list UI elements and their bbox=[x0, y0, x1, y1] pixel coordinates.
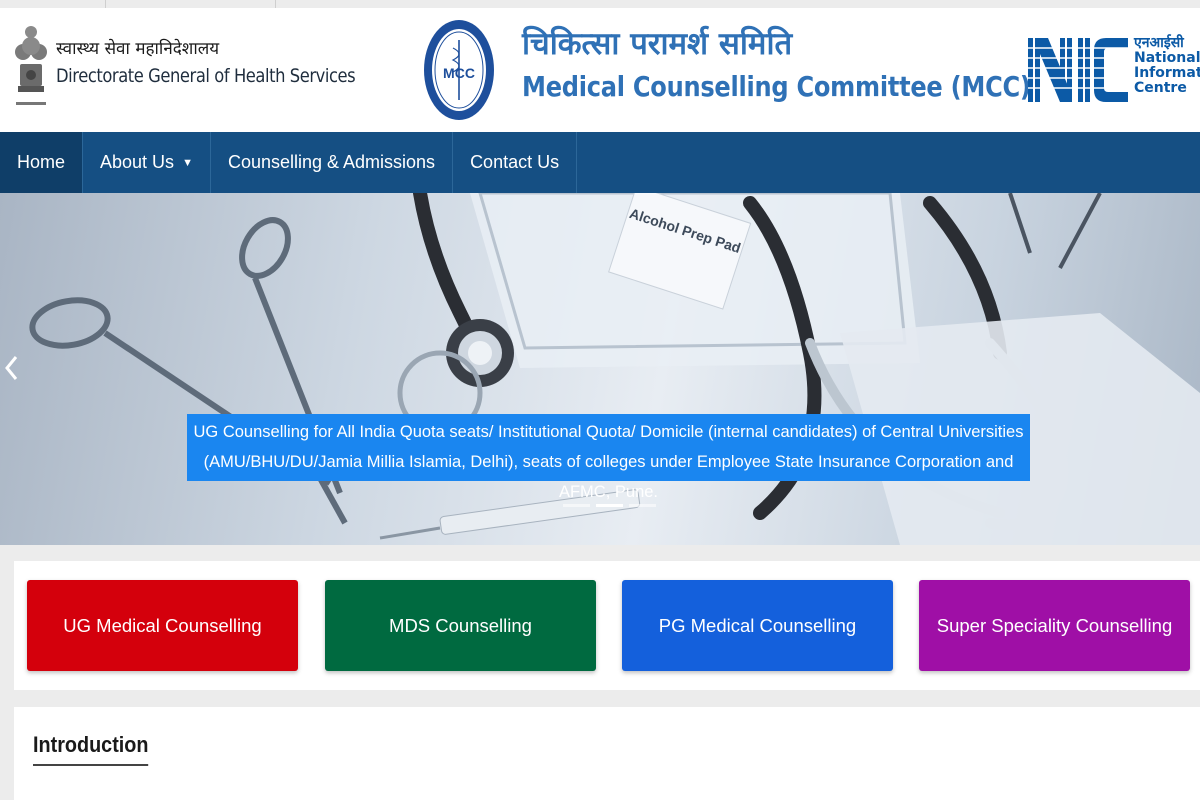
card-label: Super Speciality Counselling bbox=[936, 614, 1173, 636]
nic-line: Centre bbox=[1134, 80, 1187, 96]
top-utility-strip bbox=[0, 0, 1200, 8]
nic-text: एनआईसी National Informatics Centre bbox=[1134, 36, 1200, 96]
card-label: UG Medical Counselling bbox=[63, 614, 262, 636]
carousel-indicator-active[interactable] bbox=[596, 504, 623, 507]
counselling-cards-panel: UG Medical Counselling MDS Counselling P… bbox=[14, 561, 1200, 690]
section-title: Introduction bbox=[33, 732, 149, 766]
chevron-left-icon[interactable] bbox=[3, 353, 21, 383]
nav-item-home[interactable]: Home bbox=[0, 132, 84, 193]
caret-down-icon: ▼ bbox=[182, 156, 193, 169]
top-strip-segment bbox=[0, 0, 106, 8]
nic-hindi: एनआईसी bbox=[1134, 35, 1184, 51]
mcc-english-title: Medical Counselling Committee (MCC) bbox=[522, 70, 1031, 103]
carousel-indicators bbox=[563, 504, 656, 507]
tweezers bbox=[1008, 193, 1102, 269]
site-header: स्वास्थ्य सेवा महानिदेशालय Directorate G… bbox=[0, 8, 1200, 132]
dghs-title: स्वास्थ्य सेवा महानिदेशालय Directorate G… bbox=[56, 36, 404, 87]
dghs-english-title: Directorate General of Health Services bbox=[56, 65, 356, 87]
mcc-logo: MCC bbox=[424, 20, 494, 120]
nic-line: Informatics bbox=[1134, 65, 1200, 81]
card-mds-counselling[interactable]: MDS Counselling bbox=[325, 580, 596, 671]
nav-label: Contact Us bbox=[470, 152, 560, 172]
nav-label: Home bbox=[17, 152, 66, 172]
nic-line: National bbox=[1134, 50, 1200, 66]
mcc-logo-text: MCC bbox=[443, 65, 475, 81]
carousel-indicator[interactable] bbox=[563, 504, 590, 507]
card-label: MDS Counselling bbox=[389, 614, 532, 636]
caption-line: (AMU/BHU/DU/Jamia Millia Islamia, Delhi)… bbox=[203, 453, 1014, 501]
nav-label: Counselling & Admissions bbox=[227, 152, 436, 172]
national-emblem-icon bbox=[15, 26, 47, 105]
carousel-indicator[interactable] bbox=[629, 504, 656, 507]
nic-logo: एनआईसी National Informatics Centre bbox=[1028, 30, 1200, 110]
introduction-section: Introduction bbox=[14, 707, 1200, 800]
nav-label: About Us bbox=[100, 152, 175, 172]
dghs-hindi-title: स्वास्थ्य सेवा महानिदेशालय bbox=[56, 39, 220, 59]
card-super-speciality-counselling[interactable]: Super Speciality Counselling bbox=[919, 580, 1190, 671]
card-pg-medical-counselling[interactable]: PG Medical Counselling bbox=[622, 580, 893, 671]
carousel-caption: UG Counselling for All India Quota seats… bbox=[187, 414, 1030, 501]
nav-item-about-us[interactable]: About Us ▼ bbox=[83, 132, 211, 193]
nav-item-contact-us[interactable]: Contact Us bbox=[453, 132, 578, 193]
main-navbar: Home About Us ▼ Counselling & Admissions… bbox=[0, 132, 1200, 193]
card-label: PG Medical Counselling bbox=[658, 614, 857, 636]
top-strip-segment bbox=[106, 0, 276, 8]
caption-line: UG Counselling for All India Quota seats… bbox=[193, 423, 1024, 441]
nic-wordmark-icon bbox=[1028, 38, 1128, 102]
mcc-hindi-title: चिकित्सा परामर्श समिति bbox=[522, 26, 793, 62]
card-ug-medical-counselling[interactable]: UG Medical Counselling bbox=[27, 580, 298, 671]
mcc-title: चिकित्सा परामर्श समिति Medical Counselli… bbox=[522, 22, 1113, 103]
nav-item-counselling-admissions[interactable]: Counselling & Admissions bbox=[211, 132, 454, 193]
